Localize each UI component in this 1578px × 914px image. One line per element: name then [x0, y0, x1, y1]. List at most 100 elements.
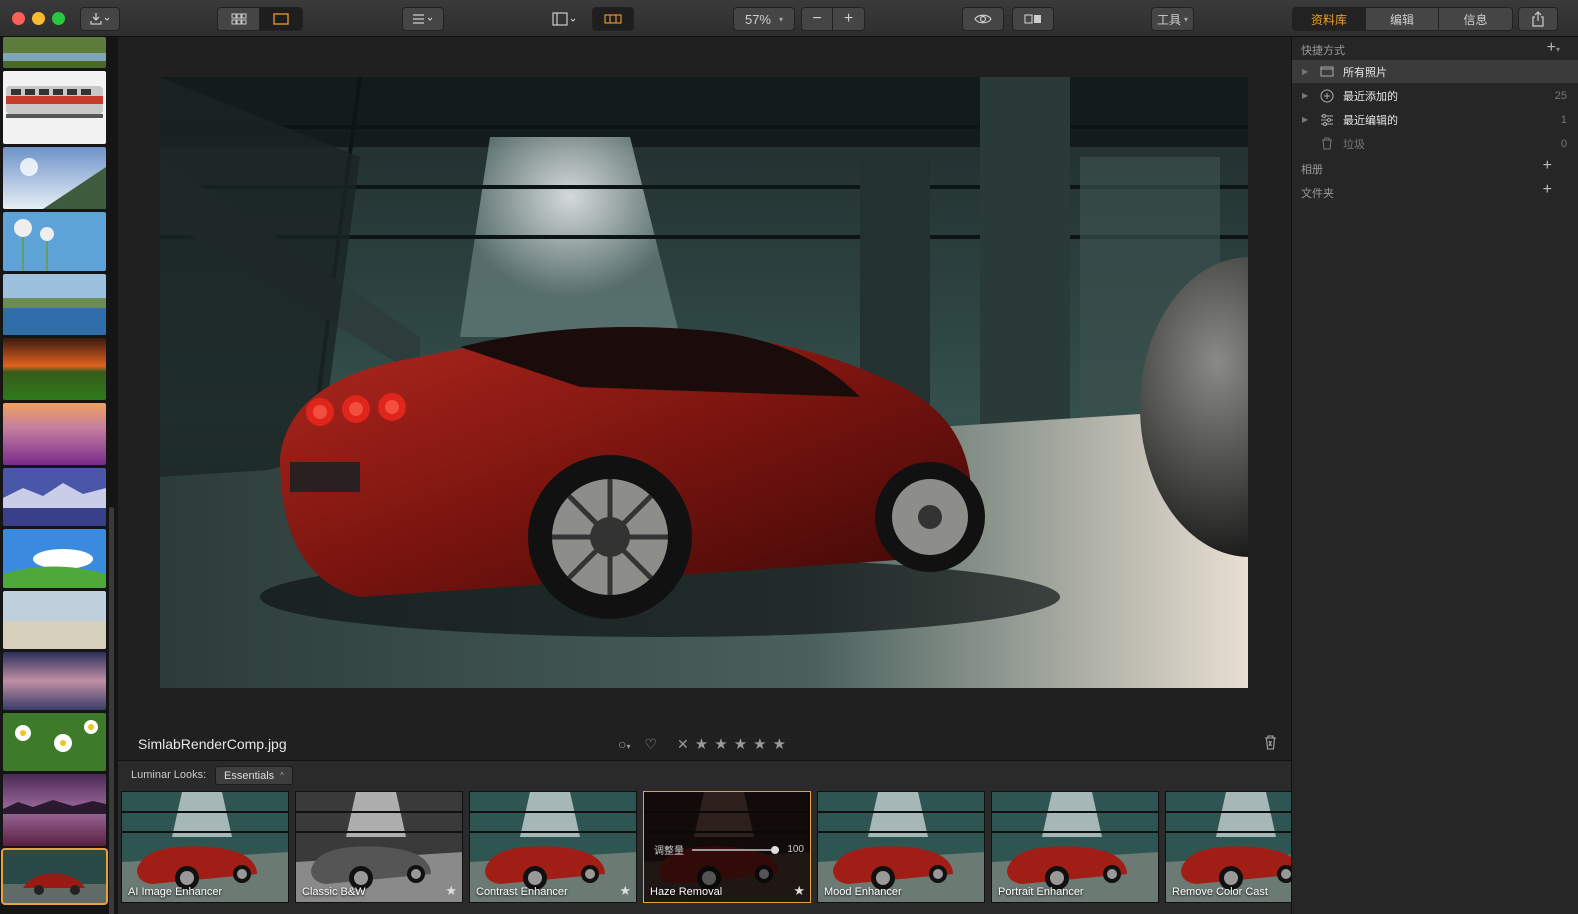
filmstrip-thumbnail[interactable] — [3, 713, 106, 771]
looks-category-select[interactable]: Essentials ^ — [215, 766, 293, 785]
filmstrip-thumbnail[interactable] — [3, 468, 106, 526]
chevron-down-icon: ▾ — [779, 14, 784, 24]
minimize-window-button[interactable] — [32, 12, 45, 25]
thumbnail-image — [3, 850, 106, 903]
tab-library[interactable]: 资料库 — [1293, 8, 1366, 30]
look-amount-label: 调整量 — [654, 846, 684, 857]
look-amount-knob[interactable] — [771, 845, 780, 854]
look-preset[interactable]: Classic B&W ★ — [295, 791, 463, 903]
sort-button[interactable] — [402, 7, 444, 31]
tab-edit[interactable]: 编辑 — [1366, 8, 1439, 30]
sidebar-item-recently-added[interactable]: ▶ 最近添加的 25 — [1292, 84, 1578, 107]
thumbnail-image — [3, 468, 106, 526]
main-photo[interactable] — [160, 77, 1248, 688]
sidebar-toggle-button[interactable] — [545, 7, 585, 31]
rating-controls: ○▾ ♡ ✕ ★ ★ ★ ★ ★ — [618, 735, 786, 754]
disclosure-triangle-icon[interactable]: ▶ — [1302, 115, 1310, 124]
filmstrip-thumbnail[interactable] — [3, 529, 106, 588]
reject-x-icon[interactable]: ✕ — [677, 736, 689, 753]
sidebar-item-count: 25 — [1554, 89, 1567, 102]
share-button[interactable] — [1518, 7, 1558, 31]
sidebar-item-label: 最近添加的 — [1343, 90, 1398, 103]
tab-library-label: 资料库 — [1310, 12, 1347, 27]
chevron-down-icon: ▾ — [1555, 45, 1560, 54]
disclosure-triangle-icon[interactable]: ▶ — [1302, 91, 1310, 100]
sidebar-item-recently-edited[interactable]: ▶ 最近编辑的 1 — [1292, 108, 1578, 131]
grid-view-button[interactable] — [218, 8, 260, 30]
chevron-up-icon: ^ — [280, 771, 284, 780]
look-preset[interactable]: Mood Enhancer — [817, 791, 985, 903]
look-preset-label: Remove Color Cast — [1172, 886, 1268, 898]
star-rating-4[interactable]: ★ — [753, 735, 766, 753]
favorite-heart-icon[interactable]: ♡ — [644, 736, 657, 753]
looks-label: Luminar Looks: — [131, 769, 207, 781]
zoom-window-button[interactable] — [52, 12, 65, 25]
filmstrip-thumbnail[interactable] — [3, 338, 106, 400]
filmstrip-scrollbar[interactable] — [109, 507, 114, 914]
zoom-buttons: − + — [801, 7, 865, 31]
single-image-icon — [273, 13, 289, 25]
favorite-star-icon[interactable]: ★ — [619, 883, 631, 899]
filmstrip-thumbnail[interactable] — [3, 37, 106, 68]
look-amount-slider[interactable]: 调整量 100 — [654, 842, 804, 857]
module-tabs: 资料库 编辑 信息 — [1292, 7, 1513, 31]
add-album-button[interactable]: + — [1543, 157, 1552, 175]
filmstrip-thumbnail[interactable] — [3, 652, 106, 710]
thumbnail-image — [3, 71, 106, 144]
single-view-button[interactable] — [260, 8, 302, 30]
look-preset[interactable]: 调整量 100 Haze Removal ★ — [643, 791, 811, 903]
filmstrip-thumbnail[interactable] — [3, 71, 106, 144]
color-label-circle-icon[interactable]: ○▾ — [618, 736, 630, 752]
sidebar-item-trash[interactable]: 垃圾 0 — [1292, 132, 1578, 155]
favorite-star-icon[interactable]: ★ — [793, 883, 805, 899]
tab-info[interactable]: 信息 — [1439, 8, 1512, 30]
zoom-in-button[interactable]: + — [833, 8, 864, 30]
close-window-button[interactable] — [12, 12, 25, 25]
sidebar-item-all-photos[interactable]: ▶ 所有照片 — [1292, 60, 1578, 83]
favorite-star-icon[interactable]: ★ — [445, 883, 457, 899]
add-folder-button[interactable]: + — [1543, 181, 1552, 199]
chevron-down-icon: ▾ — [1184, 14, 1189, 24]
disclosure-triangle-icon[interactable]: ▶ — [1302, 67, 1310, 76]
looks-category-value: Essentials — [224, 769, 275, 782]
sidebar-item-label: 垃圾 — [1343, 138, 1365, 151]
thumbnail-image — [3, 403, 106, 465]
filmstrip-thumbnail[interactable] — [3, 212, 106, 271]
filmstrip-thumbnail[interactable] — [3, 274, 106, 335]
thumbnail-image — [3, 591, 106, 649]
star-rating-1[interactable]: ★ — [695, 735, 708, 753]
eye-icon — [974, 14, 992, 24]
look-preset[interactable]: AI Image Enhancer — [121, 791, 289, 903]
filmstrip-thumbnail-selected[interactable] — [1, 848, 108, 905]
look-preset[interactable]: Portrait Enhancer — [991, 791, 1159, 903]
albums-header: 相册 — [1301, 164, 1323, 176]
plus-icon: + — [843, 10, 854, 27]
zoom-select[interactable]: 57% ▾ — [733, 7, 795, 31]
photo-image — [160, 77, 1248, 688]
filmstrip-thumbnail[interactable] — [3, 591, 106, 649]
star-rating-5[interactable]: ★ — [773, 735, 786, 753]
folders-header: 文件夹 — [1301, 188, 1334, 200]
filmstrip-thumbnail[interactable] — [3, 774, 106, 846]
compare-button[interactable] — [1012, 7, 1054, 31]
look-preset[interactable]: Contrast Enhancer ★ — [469, 791, 637, 903]
look-preset-label: Classic B&W — [302, 886, 366, 898]
zoom-out-button[interactable]: − — [802, 8, 833, 30]
add-shortcut-button[interactable]: +▾ — [1547, 39, 1560, 57]
delete-button[interactable] — [1264, 735, 1277, 755]
filmstrip-thumbnail[interactable] — [3, 403, 106, 465]
import-button[interactable] — [80, 7, 120, 31]
view-mode-toggle — [217, 7, 303, 31]
tools-menu-button[interactable]: 工具 ▾ — [1151, 7, 1194, 31]
star-rating-2[interactable]: ★ — [714, 735, 727, 753]
add-circle-icon — [1319, 88, 1335, 104]
star-rating-3[interactable]: ★ — [734, 735, 747, 753]
sidebar-item-label: 最近编辑的 — [1343, 114, 1398, 127]
filmstrip-thumbnail[interactable] — [3, 147, 106, 209]
zoom-value: 57% — [744, 11, 771, 27]
filmstrip-toggle-button[interactable] — [592, 7, 634, 31]
thumbnail-image — [3, 212, 106, 271]
look-amount-track[interactable] — [692, 845, 780, 854]
sidebar-item-count: 1 — [1560, 113, 1567, 126]
preview-button[interactable] — [962, 7, 1004, 31]
